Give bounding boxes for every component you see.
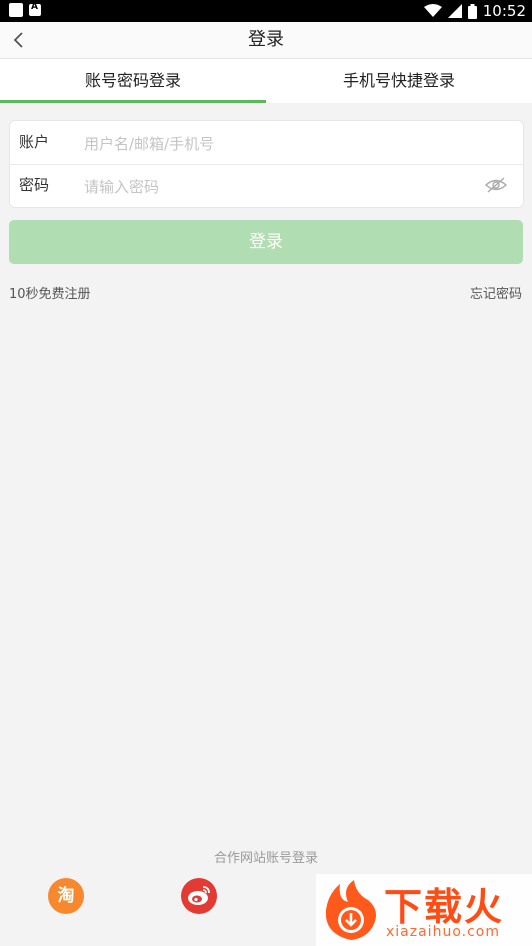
active-tab-indicator: [0, 100, 266, 103]
title-bar: 登录: [0, 22, 532, 59]
account-row: 账户: [10, 121, 523, 165]
password-input[interactable]: [82, 173, 476, 200]
status-bar: A 10:52: [0, 0, 532, 22]
watermark: 下载火 xiazaihuo.com: [316, 874, 532, 946]
weibo-icon: [188, 886, 210, 905]
wifi-icon: [423, 4, 442, 17]
notification-icon: [9, 3, 23, 17]
eye-hidden-icon[interactable]: [485, 176, 507, 194]
battery-icon: [467, 3, 477, 19]
watermark-title: 下载火: [384, 885, 505, 929]
login-tabs: 账号密码登录 手机号快捷登录: [0, 59, 532, 103]
tab-phone-login[interactable]: 手机号快捷登录: [266, 59, 532, 103]
watermark-url: xiazaihuo.com: [386, 924, 500, 940]
account-label: 账户: [19, 133, 50, 151]
login-button[interactable]: 登录: [9, 220, 523, 264]
taobao-login-button[interactable]: 淘: [48, 878, 84, 914]
clock: 10:52: [482, 2, 526, 20]
tab-account-login[interactable]: 账号密码登录: [0, 59, 266, 103]
signal-icon: [447, 4, 462, 18]
register-link[interactable]: 10秒免费注册: [9, 283, 91, 302]
taobao-icon: 淘: [57, 886, 75, 906]
forgot-password-link[interactable]: 忘记密码: [470, 283, 522, 302]
password-row: 密码: [10, 164, 523, 207]
login-form: 账户 密码: [9, 120, 524, 208]
page-title: 登录: [248, 29, 284, 50]
weibo-login-button[interactable]: [181, 878, 217, 914]
password-label: 密码: [19, 176, 50, 194]
partner-login-heading: 合作网站账号登录: [213, 851, 318, 866]
flame-logo-icon: [325, 880, 376, 940]
account-input[interactable]: [82, 130, 476, 157]
app-notification-icon: A: [29, 2, 41, 16]
